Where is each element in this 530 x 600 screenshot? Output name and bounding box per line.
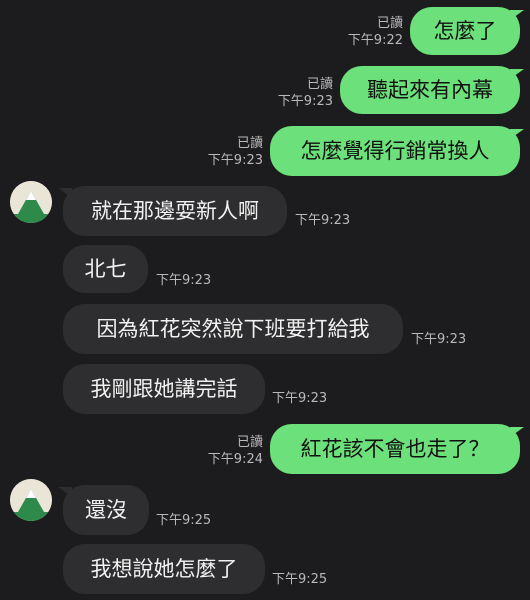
mountain-avatar-icon	[10, 181, 52, 223]
incoming-message-bubble[interactable]: 我想說她怎麼了	[63, 544, 265, 594]
incoming-message-bubble[interactable]: 我剛跟她講完話	[63, 364, 265, 414]
read-status: 已讀	[376, 16, 403, 31]
outgoing-message-bubble[interactable]: 聽起來有內幕	[340, 66, 520, 114]
outgoing-message-bubble[interactable]: 怎麼了	[410, 7, 520, 55]
bubble-tail	[510, 427, 524, 437]
message-time: 下午9:24	[207, 452, 263, 467]
message-time: 下午9:25	[156, 513, 212, 528]
message-time: 下午9:23	[411, 332, 467, 347]
message-time: 下午9:23	[277, 94, 333, 109]
bubble-tail	[510, 10, 524, 20]
read-status: 已讀	[306, 77, 333, 92]
incoming-message-bubble[interactable]: 還沒	[63, 485, 149, 535]
mountain-avatar-icon	[10, 479, 52, 521]
contact-avatar[interactable]	[10, 479, 52, 521]
message-time: 下午9:23	[156, 273, 212, 288]
outgoing-message-bubble[interactable]: 怎麼覺得行銷常換人	[270, 126, 520, 176]
message-time: 下午9:25	[272, 572, 328, 587]
message-time: 下午9:23	[207, 153, 263, 168]
incoming-message-bubble[interactable]: 因為紅花突然說下班要打給我	[63, 304, 403, 354]
contact-avatar[interactable]	[10, 181, 52, 223]
bubble-tail	[510, 69, 524, 79]
outgoing-message-bubble[interactable]: 紅花該不會也走了？	[270, 424, 520, 474]
read-status: 已讀	[236, 435, 263, 450]
incoming-message-bubble[interactable]: 北七	[63, 245, 148, 293]
message-time: 下午9:22	[347, 33, 403, 48]
message-time: 下午9:23	[272, 391, 328, 406]
read-status: 已讀	[236, 136, 263, 151]
message-time: 下午9:23	[295, 213, 351, 228]
bubble-tail	[510, 129, 524, 139]
incoming-message-bubble[interactable]: 就在那邊耍新人啊	[63, 186, 287, 236]
